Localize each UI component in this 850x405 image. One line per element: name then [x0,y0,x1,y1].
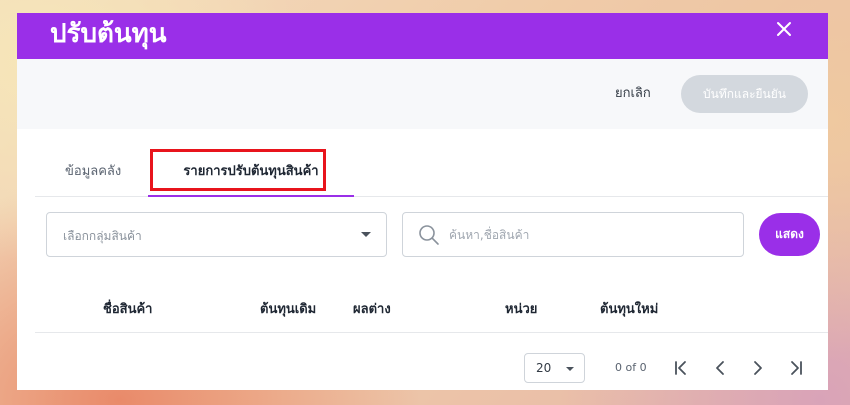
column-header-unit: หน่วย [505,302,538,317]
show-button[interactable]: แสดง [759,213,820,256]
next-page-button[interactable] [748,358,768,378]
caret-down-icon [566,367,574,371]
tab-cost-adjustment-items[interactable]: รายการปรับต้นทุนสินค้า [148,149,354,197]
search-input[interactable] [449,221,729,248]
page-size-select[interactable]: 20 [524,353,585,383]
page-info: 0 of 0 [615,361,647,374]
column-header-new-cost: ต้นทุนใหม่ [600,302,659,317]
search-icon [419,225,439,245]
last-page-button[interactable] [786,358,806,378]
dialog-title: ปรับต้นทุน [50,19,167,49]
save-and-confirm-button[interactable]: บันทึกและยืนยัน [681,75,808,113]
adjust-cost-dialog: ปรับต้นทุน ยกเลิก บันทึกและยืนยัน ข้อมูล… [17,13,828,390]
action-bar: ยกเลิก บันทึกและยืนยัน [17,59,828,129]
close-icon [777,22,791,36]
column-header-product-name: ชื่อสินค้า [103,302,153,317]
active-tab-indicator [148,195,354,197]
previous-page-button[interactable] [710,358,730,378]
tab-inventory-info[interactable]: ข้อมูลคลัง [65,149,121,196]
first-page-button[interactable] [671,358,691,378]
first-page-icon [675,361,686,375]
cancel-button[interactable]: ยกเลิก [615,86,651,102]
chevron-left-icon [716,361,724,375]
column-header-difference: ผลต่าง [353,302,391,317]
close-button[interactable] [776,21,792,37]
tab-bar: ข้อมูลคลัง รายการปรับต้นทุนสินค้า [35,149,828,197]
table-header: ชื่อสินค้า ต้นทุนเดิม ผลต่าง หน่วย ต้นทุ… [35,281,828,333]
tab-label: รายการปรับต้นทุนสินค้า [183,164,319,179]
product-group-select[interactable]: เลือกกลุ่มสินค้า [46,212,387,257]
chevron-right-icon [754,361,762,375]
dialog-header: ปรับต้นทุน [17,13,828,59]
page-size-value: 20 [536,361,552,375]
column-header-old-cost: ต้นทุนเดิม [260,302,317,317]
caret-down-icon [361,232,371,237]
last-page-icon [791,361,802,375]
search-field [402,212,744,257]
product-group-placeholder: เลือกกลุ่มสินค้า [63,229,142,243]
